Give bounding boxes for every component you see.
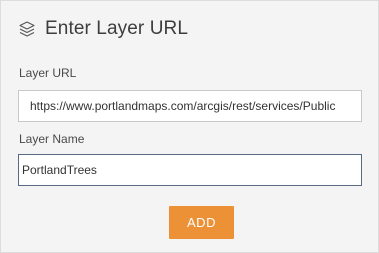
layer-name-input[interactable] (18, 154, 362, 186)
layers-icon (18, 20, 36, 38)
layer-url-label: Layer URL (19, 66, 77, 80)
add-button[interactable]: ADD (169, 206, 234, 239)
panel-title: Enter Layer URL (45, 18, 189, 39)
enter-layer-url-panel: Enter Layer URL Layer URL Layer Name ADD (0, 0, 379, 253)
panel-header: Enter Layer URL (18, 18, 188, 40)
layer-url-input[interactable] (18, 90, 362, 122)
layer-name-label: Layer Name (19, 132, 85, 146)
